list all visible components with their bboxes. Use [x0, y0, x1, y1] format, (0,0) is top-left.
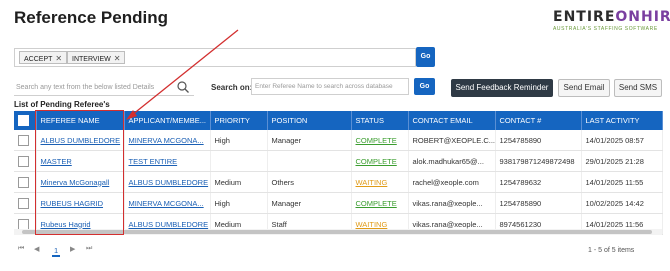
annotation-arrow [126, 29, 239, 120]
